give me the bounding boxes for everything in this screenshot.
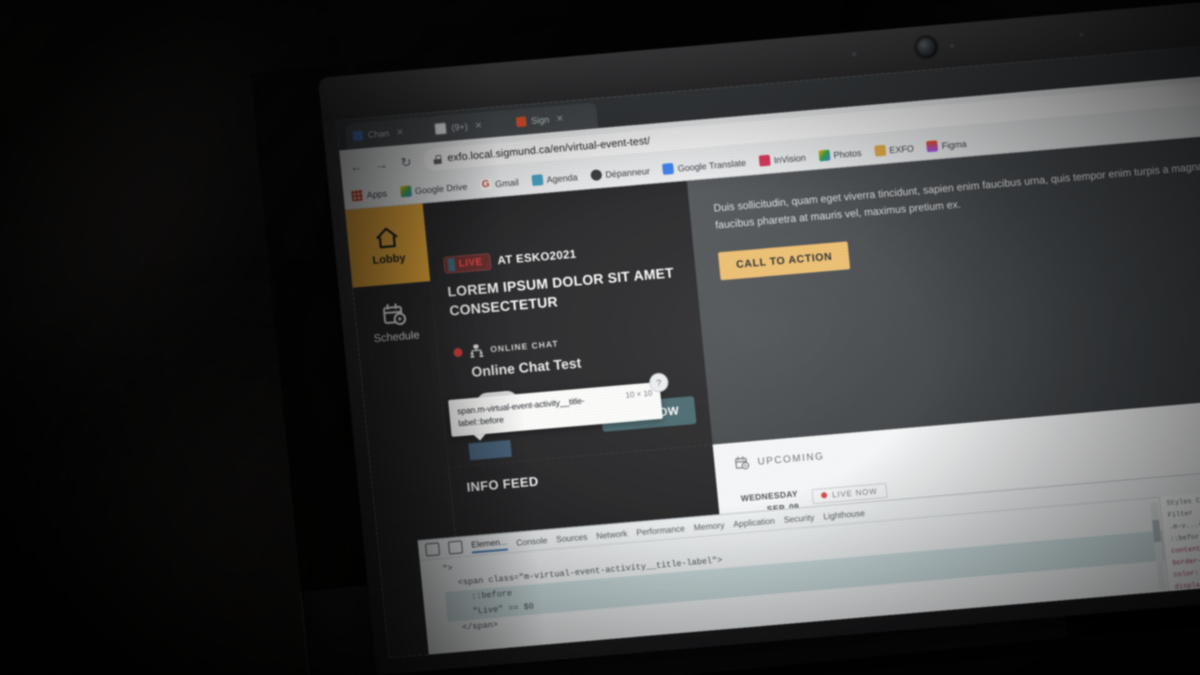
invision-icon (758, 154, 771, 167)
device-toolbar-icon[interactable] (447, 540, 464, 555)
photos-icon (818, 149, 831, 162)
bookmark-invision[interactable]: InVision (758, 152, 806, 167)
bookmark-gmail[interactable]: G Gmail (479, 176, 520, 191)
home-icon (376, 227, 398, 248)
bookmark-agenda[interactable]: Agenda (531, 171, 578, 187)
activity-kind-label: ONLINE CHAT (489, 338, 560, 355)
live-badge: LIVE (443, 252, 492, 275)
ms-icon (515, 116, 527, 128)
devtools-tab-memory[interactable]: Memory (693, 519, 725, 532)
bookmark-google-translate[interactable]: Google Translate (662, 157, 746, 175)
devtools-tab-console[interactable]: Console (516, 535, 548, 548)
calendar-play-icon (735, 456, 750, 470)
close-icon[interactable]: ✕ (474, 120, 483, 132)
notion-icon (433, 122, 448, 136)
ambient-glow-left (0, 0, 220, 340)
browser-tab-label: Chan (367, 128, 390, 140)
devtools-styles-panel: Styles Com Filter .m-v...{ } ::befor con… (1158, 483, 1200, 593)
bookmark-photos[interactable]: Photos (818, 147, 862, 162)
bookmark-label: Dépanneur (604, 165, 651, 180)
exfo-icon (873, 144, 886, 157)
gmail-icon: G (479, 178, 492, 191)
browser-tab-label: Sign (530, 114, 550, 126)
bookmark-figma[interactable]: Figma (926, 138, 968, 153)
people-network-icon (470, 344, 484, 358)
inspect-cursor-icon[interactable] (424, 542, 441, 557)
bookmark-label: Apps (366, 188, 388, 200)
bookmark-depanneur[interactable]: Dépanneur (589, 165, 651, 182)
forward-button[interactable]: → (373, 156, 389, 172)
sidebar-item-schedule[interactable]: Schedule (353, 281, 438, 365)
live-now-label: LIVE NOW (831, 486, 878, 500)
devtools-tab-lighthouse[interactable]: Lighthouse (823, 507, 865, 521)
call-to-action-button[interactable]: CALL TO ACTION (717, 240, 851, 280)
hero-banner: Duis sollicitudin, quam eget viverra tin… (686, 130, 1200, 445)
depanneur-icon (589, 169, 602, 182)
browser-tab-label: (9+) (451, 121, 469, 133)
sidebar-item-lobby[interactable]: Lobby (345, 203, 431, 288)
inspector-dimensions: 10 × 10 (625, 388, 653, 400)
drive-icon (399, 185, 412, 198)
featured-activity-title: LOREM IPSUM DOLOR SIT AMET CONSECTETUR (446, 264, 675, 319)
photo-scene: Pull r ✕ Virtu ✕ wind ✕ (0, 0, 1200, 675)
bookmark-label: InVision (773, 152, 807, 165)
live-dot-icon (453, 347, 463, 358)
bookmark-label: Gmail (494, 176, 520, 189)
translate-icon (662, 162, 675, 175)
bookmark-label: Figma (941, 138, 968, 151)
laptop-bezel: Pull r ✕ Virtu ✕ wind ✕ (318, 0, 1200, 675)
calendar-icon (352, 130, 364, 142)
bookmark-google-drive[interactable]: Google Drive (399, 181, 468, 198)
upcoming-label: UPCOMING (757, 450, 825, 468)
devtools-tab-application[interactable]: Application (733, 515, 775, 529)
bookmark-label: Photos (833, 147, 862, 160)
devtools-tab-network[interactable]: Network (596, 528, 628, 541)
bookmark-label: Google Translate (677, 157, 747, 174)
close-icon[interactable]: ✕ (556, 113, 565, 125)
bookmark-apps[interactable]: Apps (351, 188, 388, 202)
bookmark-label: Google Drive (414, 181, 468, 196)
lock-icon (433, 154, 442, 164)
pseudo-before-highlight (447, 258, 456, 272)
devtools-tab-sources[interactable]: Sources (556, 531, 588, 544)
devtools-tab-elements[interactable]: Elemen... (470, 536, 508, 554)
back-button[interactable]: ← (348, 158, 364, 174)
inspector-highlight-box (468, 439, 512, 461)
bookmark-exfo[interactable]: EXFO (873, 142, 915, 157)
apps-grid-icon (351, 189, 364, 202)
sidebar-item-label: Lobby (371, 251, 407, 267)
calendar-play-icon (382, 303, 407, 326)
live-label: LIVE (458, 256, 484, 270)
live-dot-icon (820, 492, 828, 499)
page-viewport: Lobby Schedule LIVE AT ESKO2021 LOREM IP… (345, 130, 1200, 659)
sidebar-item-label: Schedule (373, 329, 421, 346)
devtools-tab-performance[interactable]: Performance (636, 523, 685, 537)
agenda-icon (531, 174, 544, 187)
reload-button[interactable]: ↻ (398, 154, 414, 170)
bookmark-label: Agenda (546, 171, 578, 185)
figma-icon (926, 140, 939, 153)
laptop: Pull r ✕ Virtu ✕ wind ✕ (318, 0, 1200, 675)
at-event-label: AT ESKO2021 (496, 248, 577, 267)
close-icon[interactable]: ✕ (396, 126, 405, 138)
devtools-tab-security[interactable]: Security (783, 512, 815, 525)
bookmark-label: EXFO (888, 142, 915, 155)
info-feed-title: INFO FEED (465, 473, 540, 495)
laptop-screen: Pull r ✕ Virtu ✕ wind ✕ (336, 40, 1200, 659)
